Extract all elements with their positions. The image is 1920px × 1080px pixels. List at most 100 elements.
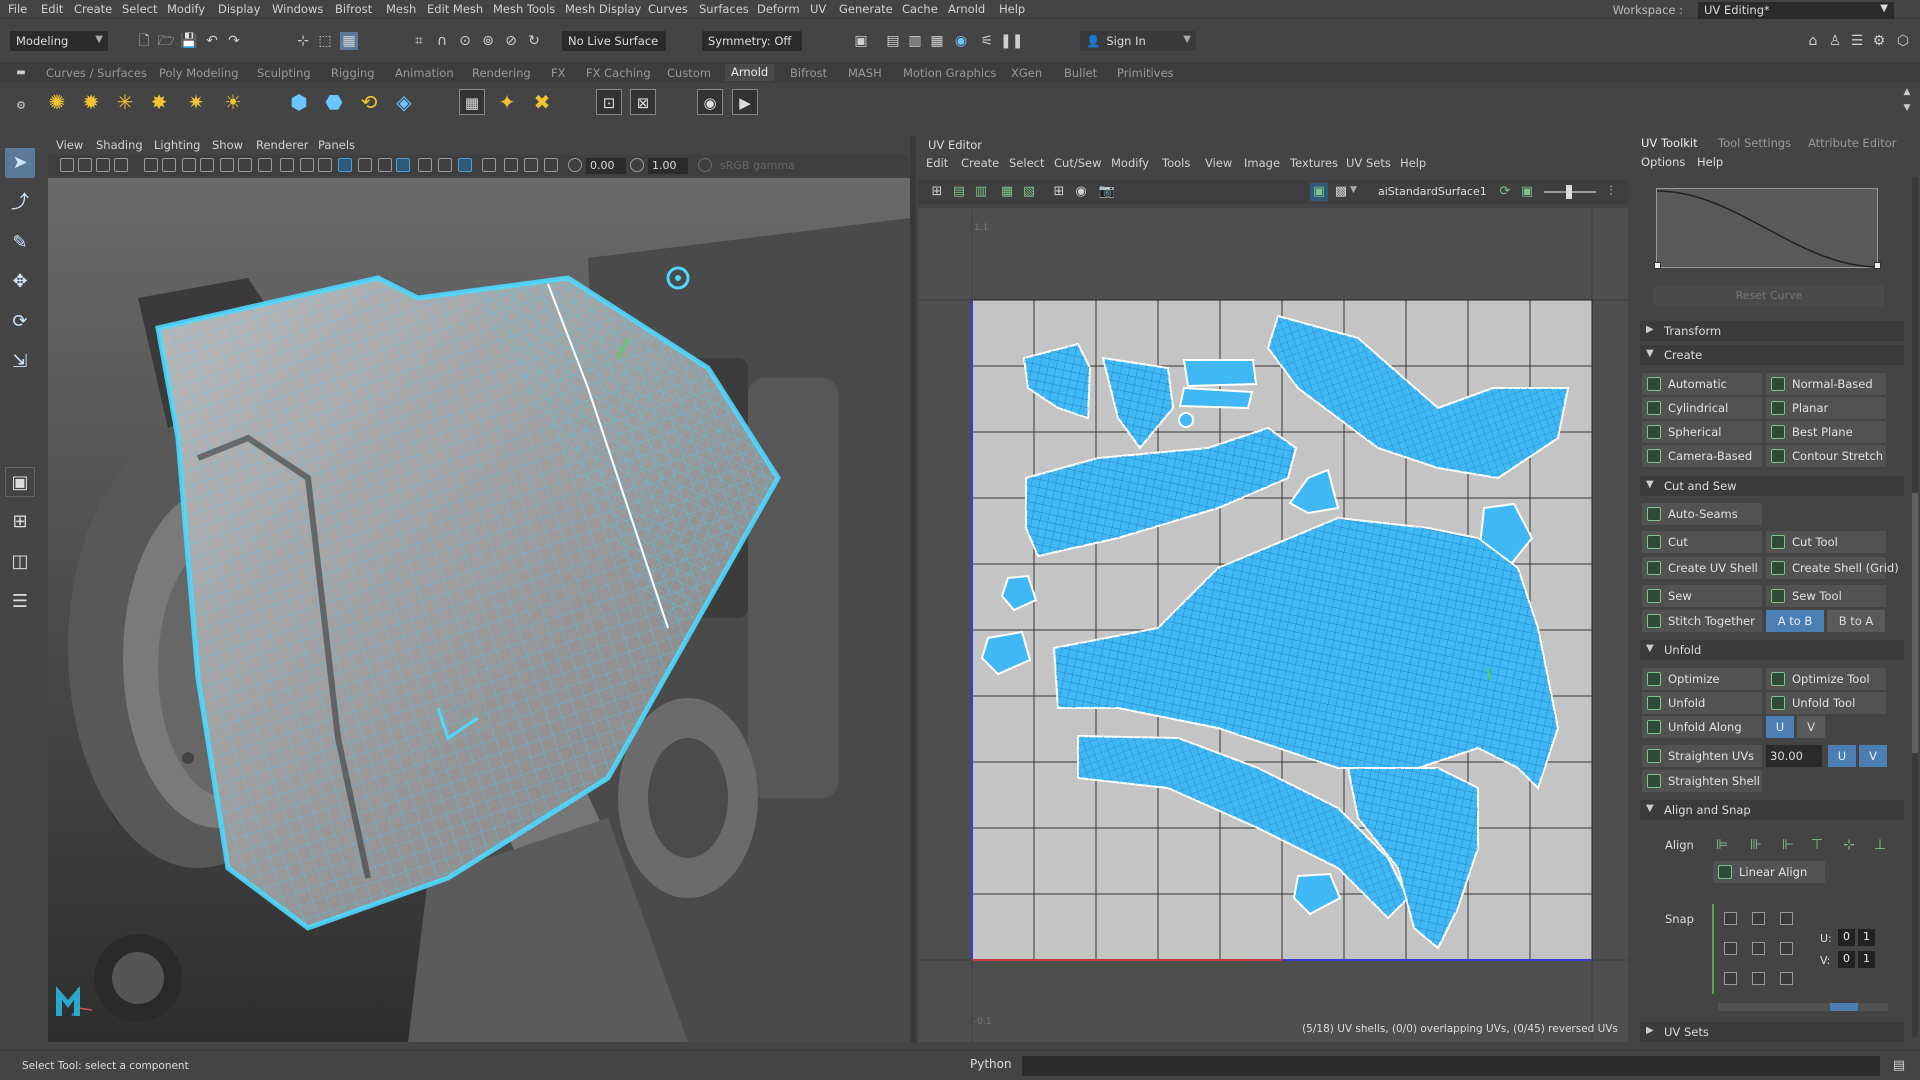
select-hierarchy-icon[interactable]: ⊹: [294, 32, 312, 50]
arnold-render-icon[interactable]: ⚟: [978, 32, 996, 50]
menu-bifrost[interactable]: Bifrost: [335, 2, 372, 16]
straighten-v-button[interactable]: V: [1859, 745, 1887, 767]
stitch-together-button[interactable]: Stitch Together: [1642, 610, 1762, 632]
best-plane-button[interactable]: Best Plane: [1766, 421, 1886, 443]
lasso-tool-icon[interactable]: ⤴: [5, 188, 35, 218]
uv-grid-icon[interactable]: ⊞: [928, 183, 946, 201]
open-scene-icon[interactable]: 🗁: [157, 32, 175, 50]
render-settings-icon[interactable]: ▦: [928, 32, 946, 50]
uv-distortion-icon[interactable]: ▥: [972, 183, 990, 201]
section-create[interactable]: ▼ Create: [1640, 345, 1904, 365]
script-editor-icon[interactable]: ▤: [1890, 1057, 1908, 1075]
panel-splitter[interactable]: [910, 136, 916, 1042]
tab-custom[interactable]: Custom: [667, 66, 711, 80]
perspective-viewport[interactable]: [48, 178, 910, 1042]
live-surface-field[interactable]: No Live Surface: [562, 31, 666, 51]
auto-seams-button[interactable]: Auto-Seams: [1642, 503, 1762, 525]
snap-view-icon[interactable]: ⊚: [479, 32, 497, 50]
sew-button[interactable]: Sew: [1642, 585, 1762, 607]
tab-fx[interactable]: FX: [551, 66, 566, 80]
tab-animation[interactable]: Animation: [395, 66, 454, 80]
tab-bifrost[interactable]: Bifrost: [790, 66, 827, 80]
uv-menu-tools[interactable]: Tools: [1162, 156, 1190, 170]
menu-deform[interactable]: Deform: [757, 2, 800, 16]
textured-icon[interactable]: [338, 158, 352, 172]
vp-menu-renderer[interactable]: Renderer: [256, 138, 309, 152]
automatic-button[interactable]: Automatic: [1642, 373, 1762, 395]
wireframe-on-shaded-icon[interactable]: [318, 158, 332, 172]
uv-checker-map-icon[interactable]: ▩: [1332, 183, 1350, 201]
film-gate-icon[interactable]: [162, 158, 176, 172]
snap-curve-icon[interactable]: ∩: [433, 32, 451, 50]
tab-rigging[interactable]: Rigging: [331, 66, 375, 80]
exposure-icon[interactable]: [568, 158, 582, 172]
flush-caches-icon[interactable]: ◈: [391, 89, 417, 115]
depth-of-field-icon[interactable]: [458, 158, 472, 172]
uv-menu-uv-sets[interactable]: UV Sets: [1346, 156, 1391, 170]
exposure-field[interactable]: 0.00: [586, 158, 626, 174]
vp-menu-view[interactable]: View: [56, 138, 83, 152]
unfold-along-u-button[interactable]: U: [1766, 716, 1794, 738]
snap-bottom-center-checkbox[interactable]: [1752, 972, 1765, 985]
select-object-icon[interactable]: ⬚: [316, 32, 334, 50]
isolate-select-icon[interactable]: [482, 158, 496, 172]
snap-v0-field[interactable]: 0: [1838, 951, 1855, 968]
preview-icon[interactable]: ◉: [697, 89, 723, 115]
menu-mesh[interactable]: Mesh: [386, 2, 416, 16]
snap-bottom-left-checkbox[interactable]: [1724, 972, 1737, 985]
snap-bottom-right-checkbox[interactable]: [1780, 972, 1793, 985]
uv-menu-help[interactable]: Help: [1400, 156, 1426, 170]
snap-mid-right-checkbox[interactable]: [1780, 942, 1793, 955]
planar-button[interactable]: Planar: [1766, 397, 1886, 419]
partial-blue-button[interactable]: [1830, 1003, 1858, 1011]
vp-menu-show[interactable]: Show: [212, 138, 243, 152]
contour-stretch-button[interactable]: Contour Stretch: [1766, 445, 1886, 467]
move-tool-icon[interactable]: ✥: [5, 267, 35, 297]
toolkit-menu-help[interactable]: Help: [1697, 155, 1723, 169]
render-view-icon[interactable]: ▣: [852, 32, 870, 50]
tab-bullet[interactable]: Bullet: [1064, 66, 1097, 80]
uv-shell-border-icon[interactable]: ▤: [950, 183, 968, 201]
xray-joints-icon[interactable]: [524, 158, 538, 172]
area-light-icon[interactable]: ✺: [44, 89, 70, 115]
b-to-a-button[interactable]: B to A: [1827, 610, 1885, 632]
reset-curve-button[interactable]: Reset Curve: [1654, 286, 1884, 306]
character-controls-icon[interactable]: ♙: [1826, 32, 1844, 50]
light-portal-icon[interactable]: ✷: [183, 89, 209, 115]
align-right-icon[interactable]: ⊩: [1779, 836, 1797, 854]
unfold-along-v-button[interactable]: V: [1797, 716, 1825, 738]
snap-v1-field[interactable]: 1: [1858, 951, 1875, 968]
uv-image-icon[interactable]: ▣: [1518, 183, 1536, 201]
a-to-b-button[interactable]: A to B: [1766, 610, 1824, 632]
camera-based-button[interactable]: Camera-Based: [1642, 445, 1762, 467]
section-transform[interactable]: ▶ Transform: [1640, 321, 1904, 341]
menu-select[interactable]: Select: [122, 2, 157, 16]
cut-tool-button[interactable]: Cut Tool: [1766, 531, 1886, 553]
brightness-slider-handle[interactable]: [1566, 185, 1572, 199]
straighten-angle-field[interactable]: 30.00: [1766, 745, 1822, 767]
wireframe-icon[interactable]: [280, 158, 294, 172]
snap-mid-left-checkbox[interactable]: [1724, 942, 1737, 955]
cut-button[interactable]: Cut: [1642, 531, 1762, 553]
snap-surface-icon[interactable]: ⊘: [502, 32, 520, 50]
tool-settings-icon[interactable]: ⚙: [1870, 32, 1888, 50]
uv-snapshot-icon[interactable]: 📷: [1098, 183, 1116, 201]
menu-file[interactable]: File: [8, 2, 27, 16]
cylindrical-button[interactable]: Cylindrical: [1642, 397, 1762, 419]
field-chart-icon[interactable]: [220, 158, 234, 172]
grid-toggle-icon[interactable]: [144, 158, 158, 172]
uv-exposure-icon[interactable]: ⫶: [1602, 183, 1620, 201]
screen-space-ao-icon[interactable]: [396, 158, 410, 172]
menu-cache[interactable]: Cache: [902, 2, 938, 16]
merge-icon[interactable]: ⊠: [630, 89, 656, 115]
menu-surfaces[interactable]: Surfaces: [699, 2, 749, 16]
menu-curves[interactable]: Curves: [648, 2, 688, 16]
uv-menu-textures[interactable]: Textures: [1290, 156, 1338, 170]
scale-tool-icon[interactable]: ⇲: [5, 347, 35, 377]
tab-attribute-editor[interactable]: Attribute Editor: [1808, 136, 1896, 150]
unfold-along-button[interactable]: Unfold Along: [1642, 716, 1762, 738]
align-bottom-icon[interactable]: ⊥: [1871, 836, 1889, 854]
snap-u0-field[interactable]: 0: [1838, 929, 1855, 946]
menu-create[interactable]: Create: [74, 2, 112, 16]
tab-curves-surfaces[interactable]: Curves / Surfaces: [46, 66, 147, 80]
